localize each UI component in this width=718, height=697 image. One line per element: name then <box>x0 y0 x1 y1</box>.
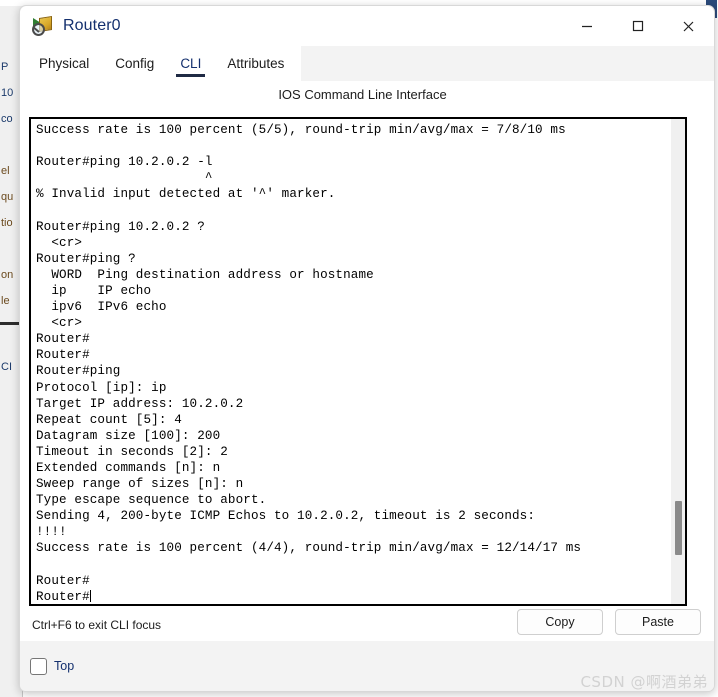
background-text-fragment: le <box>1 295 10 307</box>
close-button[interactable] <box>663 6 714 46</box>
background-text-fragment: tio <box>1 217 13 229</box>
terminal-line: ^ <box>36 171 213 186</box>
terminal-line: Datagram size [100]: 200 <box>36 428 221 443</box>
background-text-fragment: el <box>1 165 10 177</box>
background-text-fragment: qu <box>1 191 14 203</box>
tab-physical[interactable]: Physical <box>26 46 102 81</box>
terminal-line: Protocol [ip]: ip <box>36 380 167 395</box>
terminal-line: Repeat count [5]: 4 <box>36 412 182 427</box>
tab-attributes-label: Attributes <box>227 56 285 71</box>
terminal-line: WORD Ping destination address or hostnam… <box>36 267 374 282</box>
window-titlebar: Router0 <box>20 6 714 46</box>
window-title: Router0 <box>63 17 121 34</box>
terminal-line: Router# <box>36 573 90 588</box>
background-text-fragment: CI <box>1 361 12 373</box>
paste-button[interactable]: Paste <box>615 609 701 635</box>
maximize-button[interactable] <box>612 6 663 46</box>
tab-cli-label: CLI <box>180 56 202 71</box>
tab-config[interactable]: Config <box>102 46 167 81</box>
terminal-line: Sending 4, 200-byte ICMP Echos to 10.2.0… <box>36 509 536 524</box>
router0-window: Router0 Physical Config CLI Attributes I… <box>19 5 715 692</box>
terminal-line: Router#ping ? <box>36 251 136 266</box>
background-text-fragments: P 10 co el qu tio on le CI <box>0 0 14 697</box>
terminal-line: <cr> <box>36 235 83 250</box>
cli-focus-hint: Ctrl+F6 to exit CLI focus <box>32 618 162 632</box>
terminal-line: Router#ping <box>36 364 121 379</box>
terminal-line: Router#ping 10.2.0.2 -l <box>36 155 213 170</box>
terminal-output[interactable]: Success rate is 100 percent (5/5), round… <box>31 119 670 604</box>
minimize-button[interactable] <box>561 6 612 46</box>
terminal-line: Sweep range of sizes [n]: n <box>36 477 244 492</box>
terminal-line: % Invalid input detected at '^' marker. <box>36 187 336 202</box>
terminal-line: !!!! <box>36 525 67 540</box>
tab-list: Physical Config CLI Attributes <box>20 46 302 81</box>
background-text-fragment: 10 <box>1 87 14 99</box>
terminal-line: Router# <box>36 348 90 363</box>
terminal-line: Timeout in seconds [2]: 2 <box>36 444 228 459</box>
cli-heading: IOS Command Line Interface <box>278 87 447 102</box>
terminal-line: Extended commands [n]: n <box>36 460 221 475</box>
watermark: CSDN @啊酒弟弟 <box>580 673 708 691</box>
cli-action-buttons: Copy Paste <box>517 609 701 635</box>
terminal-line: Type escape sequence to abort. <box>36 493 267 508</box>
terminal-scrollbar-thumb[interactable] <box>675 501 682 555</box>
background-text-fragment: co <box>1 113 13 125</box>
tab-strip: Physical Config CLI Attributes <box>20 46 714 81</box>
terminal-frame: Success rate is 100 percent (5/5), round… <box>29 117 687 606</box>
terminal-line: Success rate is 100 percent (5/5), round… <box>36 123 566 137</box>
terminal-line: Router# <box>36 332 90 347</box>
top-checkbox[interactable] <box>30 657 47 675</box>
terminal-cursor <box>89 589 91 602</box>
background-text-fragment <box>0 138 14 164</box>
window-controls <box>561 6 714 46</box>
terminal-line: Target IP address: 10.2.0.2 <box>36 396 244 411</box>
copy-button[interactable]: Copy <box>517 609 603 635</box>
terminal-line: Router#ping 10.2.0.2 ? <box>36 219 205 234</box>
terminal-scrollbar[interactable] <box>670 119 685 604</box>
top-checkbox-label: Top <box>54 659 75 673</box>
cli-panel: IOS Command Line Interface Success rate … <box>20 81 714 682</box>
terminal-line: Router# <box>36 589 91 604</box>
tab-cli[interactable]: CLI <box>167 46 214 81</box>
router-device-icon <box>31 15 53 37</box>
background-text-fragment: P <box>1 61 9 73</box>
terminal-line: ipv6 IPv6 echo <box>36 300 167 315</box>
background-text-fragment <box>0 242 14 268</box>
terminal-line: ip IP echo <box>36 283 152 298</box>
terminal-line: Success rate is 100 percent (4/4), round… <box>36 541 582 556</box>
tab-physical-label: Physical <box>39 56 90 71</box>
tab-config-label: Config <box>115 56 155 71</box>
tab-attributes[interactable]: Attributes <box>214 46 297 81</box>
terminal-line: <cr> <box>36 316 83 331</box>
background-text-fragment: on <box>1 269 14 281</box>
